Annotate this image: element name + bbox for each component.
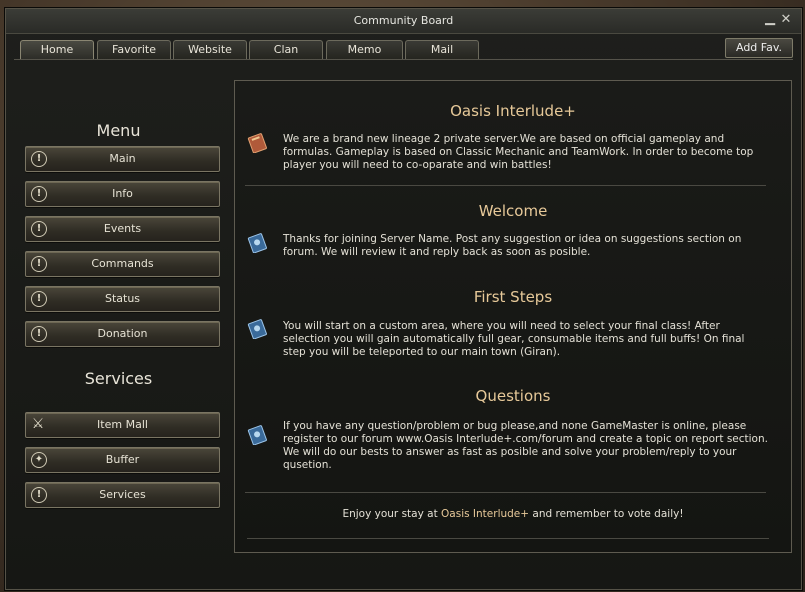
button-label: Commands [91, 257, 154, 270]
menu-button-info[interactable]: ! Info [25, 181, 220, 207]
divider [247, 538, 769, 539]
section-text: You will start on a custom area, where y… [283, 320, 745, 358]
title-bar[interactable]: Community Board ▁ ✕ [6, 9, 801, 34]
section-title: Welcome [478, 202, 548, 220]
sidebar: Menu ! Main ! Info ! Events ! Commands !… [6, 61, 231, 581]
button-label: Donation [97, 327, 148, 340]
menu-button-donation[interactable]: ! Donation [25, 321, 220, 347]
button-label: Events [103, 222, 142, 235]
tab-favorite[interactable]: Favorite [97, 40, 171, 59]
button-label: Services [99, 488, 146, 501]
blue-book-icon [247, 233, 267, 253]
service-button-item-mall[interactable]: ⚔ Item Mall [25, 412, 220, 438]
section-text: If you have any question/problem or bug … [283, 420, 768, 471]
red-book-icon [247, 133, 267, 153]
close-icon[interactable]: ✕ [779, 13, 793, 27]
blue-book-icon [247, 425, 267, 445]
tab-divider [14, 59, 793, 60]
button-label: Item Mall [97, 418, 148, 431]
tab-clan[interactable]: Clan [249, 40, 323, 59]
home-content-panel: Oasis Interlude+ We are a brand new line… [234, 80, 792, 553]
minimize-icon[interactable]: ▁ [763, 12, 777, 26]
blue-book-icon [247, 319, 267, 339]
menu-button-main[interactable]: ! Main [25, 146, 220, 172]
button-label: Buffer [105, 453, 140, 466]
section-title: Oasis Interlude+ [450, 102, 576, 120]
section-text: Thanks for joining Server Name. Post any… [283, 233, 742, 258]
tab-mail[interactable]: Mail [405, 40, 479, 59]
menu-title: Menu [96, 121, 141, 140]
menu-button-status[interactable]: ! Status [25, 286, 220, 312]
window-title: Community Board [353, 14, 454, 27]
tab-memo[interactable]: Memo [326, 40, 403, 59]
tab-home[interactable]: Home [20, 40, 94, 60]
divider [245, 185, 766, 186]
divider [245, 492, 766, 493]
community-board-window: Community Board ▁ ✕ Home Favorite Websit… [5, 8, 802, 590]
menu-button-commands[interactable]: ! Commands [25, 251, 220, 277]
service-button-buffer[interactable]: ✦ Buffer [25, 447, 220, 473]
section-title: First Steps [473, 288, 553, 306]
section-text: We are a brand new lineage 2 private ser… [283, 133, 754, 171]
footer-suffix: and remember to vote daily! [529, 508, 684, 520]
service-button-services[interactable]: ! Services [25, 482, 220, 508]
add-favorite-button[interactable]: Add Fav. [725, 38, 793, 58]
section-title: Questions [475, 387, 551, 405]
button-label: Status [104, 292, 141, 305]
footer-prefix: Enjoy your stay at [342, 508, 442, 520]
tab-website[interactable]: Website [173, 40, 247, 59]
menu-button-events[interactable]: ! Events [25, 216, 220, 242]
button-label: Main [109, 152, 136, 165]
footer-message: Enjoy your stay at Oasis Interlude+ and … [235, 508, 791, 520]
services-title: Services [84, 369, 153, 388]
button-label: Info [112, 187, 133, 200]
footer-server-name: Oasis Interlude+ [441, 508, 530, 520]
